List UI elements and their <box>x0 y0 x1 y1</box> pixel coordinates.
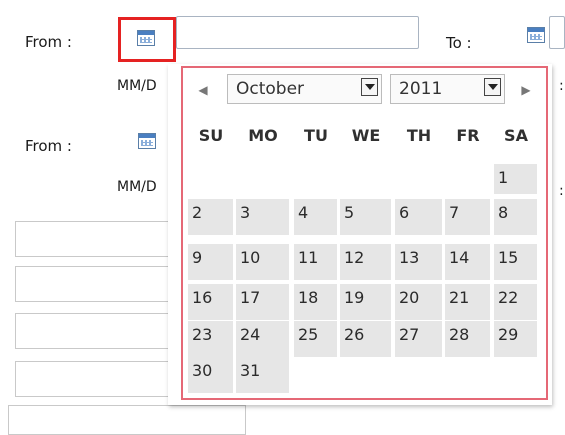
filter-input[interactable] <box>15 361 175 397</box>
calendar-icon[interactable] <box>527 27 545 43</box>
weekday-label: SA <box>504 125 528 145</box>
chevron-down-icon <box>484 78 501 96</box>
to-label: To : <box>446 34 472 52</box>
month-select[interactable]: October <box>227 74 382 104</box>
day-cell[interactable]: 7 <box>445 199 490 235</box>
weekday-label: TH <box>406 125 432 145</box>
day-cell[interactable]: 4 <box>294 199 337 235</box>
day-cell[interactable]: 18 <box>294 284 337 320</box>
filter-input[interactable] <box>15 266 175 302</box>
day-cell[interactable]: 21 <box>445 284 490 320</box>
empty-day-cell <box>445 164 490 194</box>
filter-input[interactable] <box>8 405 246 435</box>
day-cell[interactable]: 15 <box>494 244 537 280</box>
empty-day-cell <box>395 164 442 194</box>
calendar-icon[interactable] <box>137 30 155 46</box>
day-cell[interactable]: 17 <box>236 284 289 320</box>
day-cell[interactable]: 12 <box>340 244 391 280</box>
year-select[interactable]: 2011 <box>390 74 505 104</box>
day-cell[interactable]: 28 <box>445 321 490 357</box>
chevron-down-icon <box>361 78 378 96</box>
day-cell[interactable]: 27 <box>395 321 442 357</box>
calendar-icon[interactable] <box>138 133 156 149</box>
day-cell[interactable]: 23 <box>188 321 233 357</box>
next-month-icon[interactable]: ▶ <box>517 78 535 102</box>
day-cell[interactable]: 6 <box>395 199 442 235</box>
from-label: From : <box>25 33 72 51</box>
filter-input[interactable] <box>15 221 175 257</box>
weekday-label: TU <box>304 125 328 145</box>
weekday-label: SU <box>198 125 224 145</box>
from-label: From : <box>25 137 72 155</box>
from-date-input[interactable] <box>176 16 419 49</box>
empty-day-cell <box>294 357 337 393</box>
date-format-hint: MM/D <box>117 179 157 195</box>
to-date-input[interactable] <box>549 16 565 49</box>
day-cell[interactable]: 11 <box>294 244 337 280</box>
day-cell[interactable]: 8 <box>494 199 537 235</box>
day-cell[interactable]: 20 <box>395 284 442 320</box>
day-cell[interactable]: 5 <box>340 199 391 235</box>
day-cell[interactable]: 22 <box>494 284 537 320</box>
weekday-label: WE <box>351 125 381 145</box>
day-cell[interactable]: 29 <box>494 321 537 357</box>
day-cell[interactable]: 14 <box>445 244 490 280</box>
filter-input[interactable] <box>15 313 175 349</box>
weekday-label: MO <box>248 125 278 145</box>
day-cell[interactable]: 30 <box>188 357 233 393</box>
day-cell[interactable]: 26 <box>340 321 391 357</box>
edge-glyph: : <box>559 78 564 94</box>
edge-glyph: : <box>559 183 564 199</box>
date-format-hint: MM/D <box>117 78 157 94</box>
empty-day-cell <box>188 164 233 194</box>
day-cell[interactable]: 1 <box>494 164 537 194</box>
empty-day-cell <box>340 357 391 393</box>
prev-month-icon[interactable]: ◀ <box>194 78 212 102</box>
day-cell[interactable]: 3 <box>236 199 289 235</box>
empty-day-cell <box>445 357 490 393</box>
day-cell[interactable]: 24 <box>236 321 289 357</box>
day-cell[interactable]: 2 <box>188 199 233 235</box>
empty-day-cell <box>294 164 337 194</box>
day-cell[interactable]: 10 <box>236 244 289 280</box>
empty-day-cell <box>494 357 537 393</box>
empty-day-cell <box>340 164 391 194</box>
empty-day-cell <box>395 357 442 393</box>
day-cell[interactable]: 31 <box>236 357 289 393</box>
day-cell[interactable]: 19 <box>340 284 391 320</box>
day-cell[interactable]: 16 <box>188 284 233 320</box>
weekday-label: FR <box>456 125 480 145</box>
day-cell[interactable]: 25 <box>294 321 337 357</box>
day-cell[interactable]: 13 <box>395 244 442 280</box>
empty-day-cell <box>236 164 289 194</box>
day-cell[interactable]: 9 <box>188 244 233 280</box>
year-select-value: 2011 <box>399 79 443 99</box>
month-select-value: October <box>236 79 305 99</box>
